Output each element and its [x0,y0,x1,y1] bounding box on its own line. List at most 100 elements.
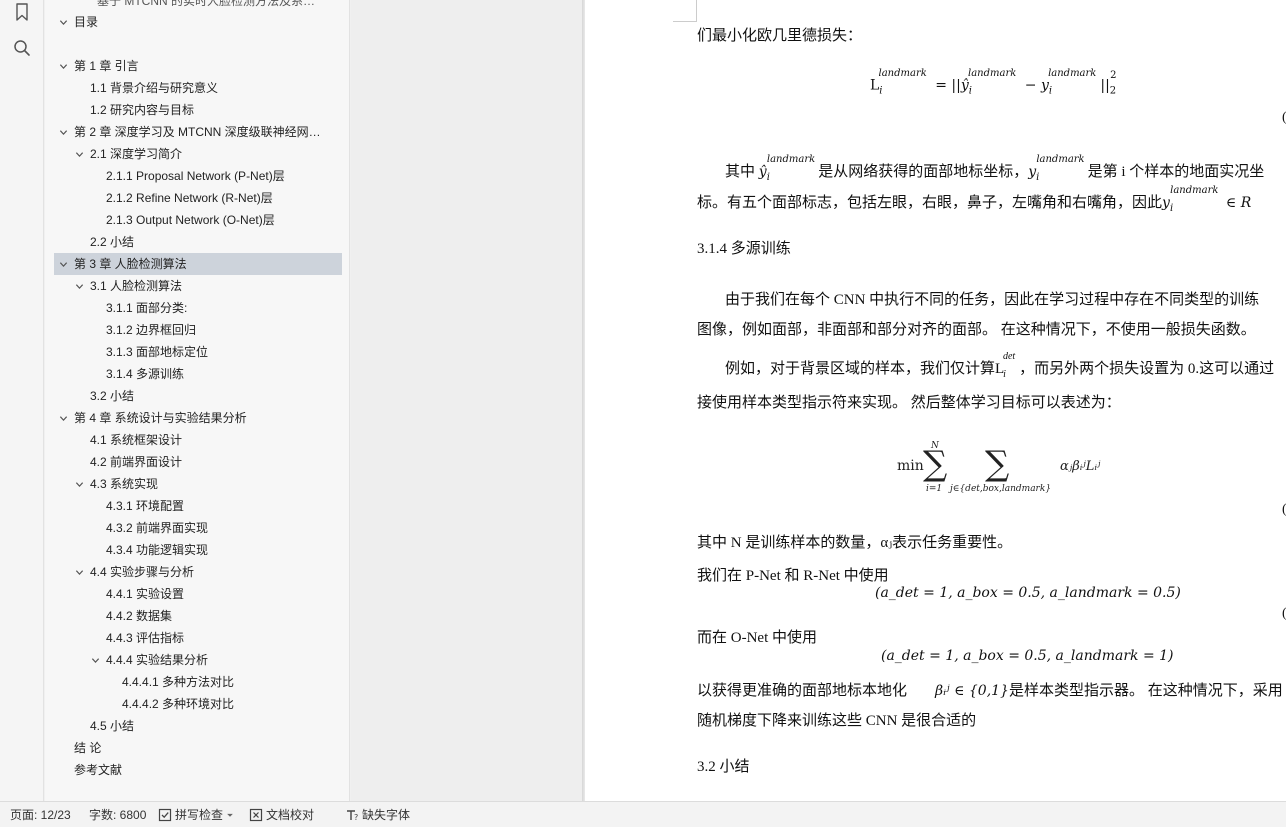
missing-font-icon: ? [347,810,358,822]
outline-item-label: 4.1 系统框架设计 [90,433,183,447]
spell-check-button[interactable]: 拼写检查 [158,802,234,827]
outline-item-label: 第 4 章 系统设计与实验结果分析 [74,411,247,425]
outline-item[interactable]: 第 1 章 引言 [54,55,342,77]
chevron-down-icon[interactable] [56,11,70,33]
page-indicator[interactable]: 页面: 12/23 [10,802,71,827]
eq-superscript: det [1002,351,1016,362]
chevron-down-icon[interactable] [72,561,86,583]
text-span: ，而另外两个损失设置为 0.这可以通过 [1019,361,1275,377]
outline-item[interactable]: 2.1.2 Refine Network (R-Net)层 [54,187,342,209]
outline-item[interactable]: 2.1.1 Proposal Network (P-Net)层 [54,165,342,187]
outline-item-label: 4.5 小结 [90,719,135,733]
search-icon[interactable] [12,38,32,58]
document-outline-pane: 基于 MTCNN 的实时人脸检测方法及系… 目录第 1 章 引言 1.1 背景介绍… [45,0,350,801]
body-text-line: 我们在 P-Net 和 R-Net 中使用 [697,568,889,584]
text-span: βᵢʲ ∈ {0,1} [935,683,1009,699]
outline-item-label: 4.3 系统实现 [90,477,159,491]
outline-item[interactable]: 结 论 [54,737,342,759]
outline-item[interactable]: 第 4 章 系统设计与实验结果分析 [54,407,342,429]
outline-item-label: 第 2 章 深度学习及 MTCNN 深度级联神经网… [74,125,321,139]
text-span: 是样本类型指示器。 在这种情况下，采用 [1008,683,1283,699]
text-span: 其中 [725,164,759,180]
chevron-down-icon[interactable] [56,407,70,429]
document-page[interactable]: 们最小化欧几里德损失： Lilandmark = ||ŷilandmark − … [585,0,1286,801]
eq-limit: i=1 [926,484,943,494]
outline-item-label: 2.2 小结 [90,235,135,249]
outline-item[interactable]: 4.4.4.2 多种环境对比 [54,693,342,715]
chevron-down-icon[interactable] [72,275,86,297]
outline-item[interactable]: 1.1 背景介绍与研究意义 [54,77,342,99]
outline-item[interactable]: 4.3 系统实现 [54,473,342,495]
outline-spacer [54,33,342,55]
outline-item[interactable]: 3.1.1 面部分类: [54,297,342,319]
outline-item[interactable]: 3.2 小结 [54,385,342,407]
word-count[interactable]: 字数: 6800 [89,802,146,827]
outline-item[interactable]: 4.4.2 数据集 [54,605,342,627]
outline-item[interactable]: 4.1 系统框架设计 [54,429,342,451]
text-span: 以获得更准确的面部地标本地化 [697,683,908,699]
chevron-down-icon[interactable] [56,253,70,275]
outline-item[interactable]: 4.4.4 实验结果分析 [54,649,342,671]
outline-item[interactable]: 3.1.2 边界框回归 [54,319,342,341]
outline-item[interactable]: 4.4.4.1 多种方法对比 [54,671,342,693]
outline-item[interactable]: 参考文献 [54,759,342,781]
chevron-down-icon[interactable] [88,649,102,671]
outline-item[interactable]: 4.3.1 环境配置 [54,495,342,517]
outline-item-label: 结 论 [74,741,102,755]
proofread-button[interactable]: 文档校对 [249,802,314,827]
outline-item-label: 参考文献 [74,763,123,777]
outline-item[interactable]: 3.1.4 多源训练 [54,363,342,385]
eq-symbol: ŷ [960,77,969,94]
equation-onet-weights: (a_det = 1, a_box = 0.5, a_landmark = 1) [881,648,1174,664]
outline-item[interactable]: 2.2 小结 [54,231,342,253]
body-text-line: 而在 O-Net 中使用 [697,630,817,646]
chevron-down-icon[interactable] [56,55,70,77]
outline-item-label: 4.3.2 前端界面实现 [106,521,209,535]
eq-superscript: landmark [1170,185,1219,197]
outline-item[interactable]: 第 2 章 深度学习及 MTCNN 深度级联神经网… [54,121,342,143]
chevron-down-icon[interactable] [72,143,86,165]
body-text-line: 由于我们在每个 CNN 中执行不同的任务，因此在学习过程中存在不同类型的训练 [725,292,1260,308]
body-text-line: 标。有五个面部标志，包括左眼，右眼，鼻子，左嘴角和右嘴角，因此yilandmar… [697,185,1252,214]
body-text-line: 例如，对于背景区域的样本，我们仅计算Lidet，而另外两个损失设置为 0.这可以… [725,351,1275,380]
eq-symbol: αⱼβᵢʲLᵢʲ [1060,459,1101,474]
bookmark-icon[interactable] [12,2,32,22]
equation-number: ( [1282,110,1286,126]
outline-item[interactable]: 2.1.3 Output Network (O-Net)层 [54,209,342,231]
outline-item[interactable]: 1.2 研究内容与目标 [54,99,342,121]
eq-superscript: landmark [1048,68,1097,79]
eq-symbol: L [870,77,880,94]
eq-power: 2 [1110,70,1117,81]
outline-item[interactable]: 4.5 小结 [54,715,342,737]
eq-symbol: min [897,458,924,474]
outline-item[interactable]: 第 3 章 人脸检测算法 [54,253,342,275]
outline-item-title[interactable]: 基于 MTCNN 的实时人脸检测方法及系… [97,0,315,9]
chevron-down-icon[interactable] [56,121,70,143]
svg-text:?: ? [354,813,358,822]
eq-limit: j∈{det,box,landmark} [950,484,1052,494]
outline-item-label: 1.1 背景介绍与研究意义 [90,81,219,95]
outline-item[interactable]: 4.3.4 功能逻辑实现 [54,539,342,561]
dropdown-caret-icon[interactable] [226,811,234,819]
body-text-line: 们最小化欧几里德损失： [697,28,863,44]
outline-item[interactable]: 3.1.3 面部地标定位 [54,341,342,363]
chevron-down-icon[interactable] [72,473,86,495]
left-tool-rail [0,0,44,801]
text-span: 标。有五个面部标志，包括左眼，右眼，鼻子，左嘴角和右嘴角，因此 [697,195,1163,211]
outline-item[interactable]: 目录 [54,11,342,33]
outline-item-label: 2.1.2 Refine Network (R-Net)层 [106,191,273,205]
outline-item[interactable]: 4.3.2 前端界面实现 [54,517,342,539]
eq-superscript: landmark [878,68,927,79]
body-text-line: 图像，例如面部，非面部和部分对齐的面部。 在这种情况下，不使用一般损失函数。 [697,322,1256,338]
outline-item[interactable]: 3.1 人脸检测算法 [54,275,342,297]
sum-symbol: ∑ [923,444,948,484]
outline-item[interactable]: 4.4 实验步骤与分析 [54,561,342,583]
outline-item-label: 4.3.4 功能逻辑实现 [106,543,209,557]
outline-item[interactable]: 4.2 前端界面设计 [54,451,342,473]
eq-symbol: = || [930,77,961,94]
outline-item-label: 3.2 小结 [90,389,135,403]
missing-font-button[interactable]: ? 缺失字体 [345,802,410,827]
outline-item[interactable]: 2.1 深度学习简介 [54,143,342,165]
outline-item[interactable]: 4.4.1 实验设置 [54,583,342,605]
outline-item[interactable]: 4.4.3 评估指标 [54,627,342,649]
